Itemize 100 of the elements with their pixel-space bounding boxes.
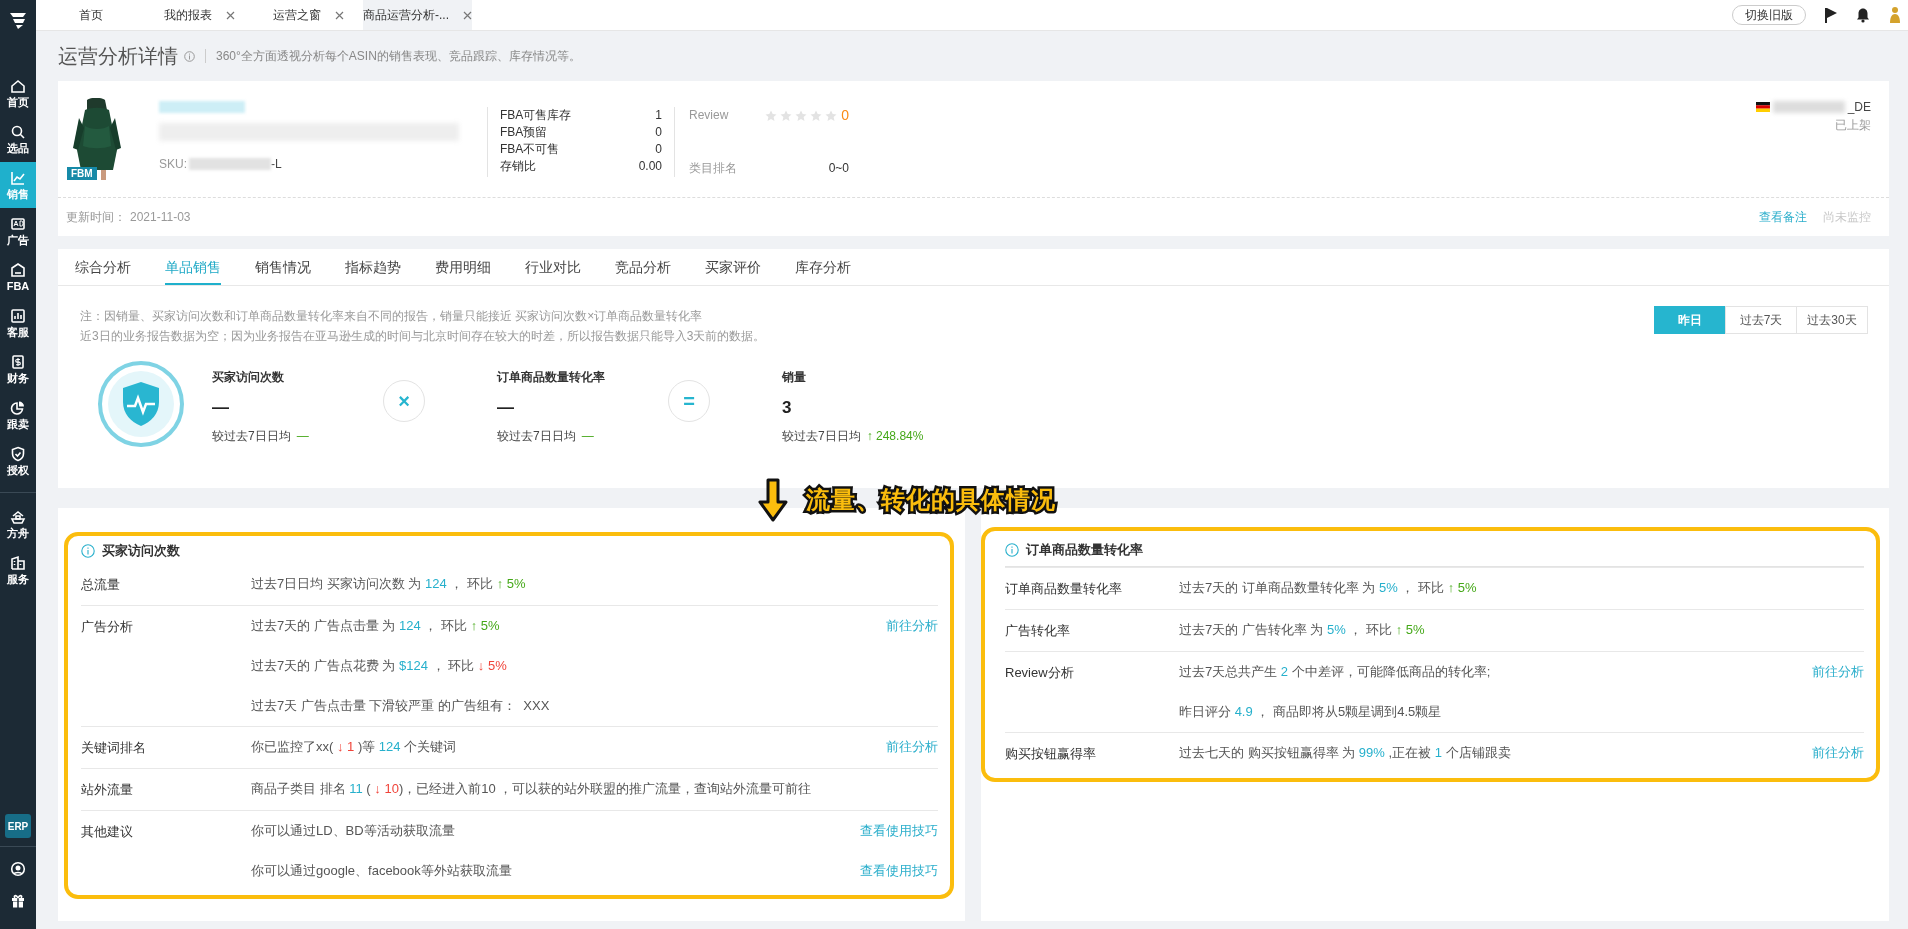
row-text: 过去7天的 广告点击量 为 124 ， 环比 ↑ 5% bbox=[251, 617, 500, 636]
change-value: — bbox=[296, 427, 309, 445]
window-tab[interactable]: 运营之窗 bbox=[254, 0, 363, 30]
window-tab[interactable]: 我的报表 bbox=[145, 0, 254, 30]
stock-label: FBA不可售 bbox=[500, 141, 560, 158]
info-icon bbox=[184, 50, 195, 62]
close-icon[interactable] bbox=[226, 10, 235, 20]
metric-label: 销量 bbox=[782, 369, 807, 386]
metric-label: 订单商品数量转化率 bbox=[497, 369, 606, 386]
row-text: 过去七天的 购买按钮赢得率 为 99% ,正在被 1 个店铺跟卖 bbox=[1179, 744, 1511, 763]
update-date: 2021-11-03 bbox=[130, 208, 191, 226]
row-label: 总流量 bbox=[81, 575, 120, 594]
analysis-tab[interactable]: 买家评价 bbox=[705, 249, 761, 285]
row-text: 过去7天的 订单商品数量转化率 为 5% ， 环比 ↑ 5% bbox=[1179, 579, 1477, 598]
row-label: 其他建议 bbox=[81, 822, 133, 841]
sidebar-item[interactable]: 首页 bbox=[0, 70, 36, 116]
page-subtitle: 360°全方面透视分析每个ASIN的销售表现、竞品跟踪、库存情况等。 bbox=[205, 49, 581, 63]
bar-chart-icon bbox=[10, 307, 26, 324]
rank-value: 0~0 bbox=[828, 160, 849, 177]
close-icon[interactable] bbox=[335, 10, 344, 20]
stock-label: FBA可售库存 bbox=[500, 107, 572, 124]
row-label: 订单商品数量转化率 bbox=[1005, 579, 1122, 598]
compare-label: 较过去7日日均 bbox=[497, 427, 576, 445]
review-count: 0 bbox=[841, 107, 849, 124]
star-icon bbox=[780, 109, 793, 122]
analysis-tab[interactable]: 费用明细 bbox=[435, 249, 491, 285]
bell-icon[interactable] bbox=[1856, 7, 1870, 23]
row-text: 昨日评分 4.9 ， 商品即将从5颗星调到4.5颗星 bbox=[1179, 703, 1442, 722]
row-text: 你可以通过google、facebook等外站获取流量 bbox=[251, 862, 512, 881]
row-label: 广告转化率 bbox=[1005, 621, 1070, 640]
store-suffix: _DE bbox=[1847, 99, 1871, 116]
note-text: 注：因销量、买家访问次数和订单商品数量转化率来自不同的报告，销量只能接近 买家访问次数×订单商品数量转化率 bbox=[80, 308, 704, 325]
switch-version-button[interactable]: 切换旧版 bbox=[1732, 5, 1806, 25]
annotation-text: 流量、转化的具体情况 bbox=[806, 485, 1056, 515]
row-text: 你可以通过LD、BD等活动获取流量 bbox=[251, 822, 455, 841]
close-icon[interactable] bbox=[463, 10, 472, 20]
change-value: — bbox=[581, 427, 594, 445]
fulfillment-badge: FBM bbox=[67, 167, 97, 180]
update-label: 更新时间： bbox=[66, 208, 126, 226]
sidebar-item[interactable]: 广告 bbox=[0, 208, 36, 254]
flag-icon bbox=[1755, 102, 1770, 112]
shield-icon bbox=[10, 445, 26, 462]
erp-button[interactable]: ERP bbox=[5, 814, 31, 838]
flag-icon[interactable] bbox=[1824, 7, 1838, 23]
row-text: 过去7天的 广告点花费 为 $124 ， 环比 ↓ 5% bbox=[251, 657, 507, 676]
sidebar-item[interactable]: 方舟 bbox=[0, 501, 36, 547]
boat-icon bbox=[10, 508, 26, 525]
analysis-tab[interactable]: 综合分析 bbox=[75, 249, 131, 285]
period-button[interactable]: 过去30天 bbox=[1796, 306, 1868, 334]
change-value: ↑ 248.84% bbox=[866, 427, 924, 445]
sidebar-item[interactable]: FBA bbox=[0, 254, 36, 300]
analysis-tab[interactable]: 竞品分析 bbox=[615, 249, 671, 285]
row-label: 广告分析 bbox=[81, 617, 133, 636]
stock-value: 0 bbox=[655, 141, 662, 158]
dollar-icon bbox=[10, 353, 26, 370]
metric-label: 买家访问次数 bbox=[212, 369, 285, 386]
row-label: Review分析 bbox=[1005, 663, 1074, 682]
stock-label: FBA预留 bbox=[500, 124, 548, 141]
row-text: 你已监控了xx( ↓ 1 )等 124 个关键词 bbox=[251, 738, 457, 757]
stock-label: 存销比 bbox=[500, 158, 536, 175]
analysis-tab[interactable]: 库存分析 bbox=[795, 249, 851, 285]
row-label: 站外流量 bbox=[81, 780, 133, 799]
sidebar-item[interactable]: 服务 bbox=[0, 547, 36, 593]
sidebar-item[interactable]: 选品 bbox=[0, 116, 36, 162]
sidebar-item[interactable]: 客服 bbox=[0, 300, 36, 346]
compare-label: 较过去7日日均 bbox=[782, 427, 861, 445]
window-tab[interactable]: 首页 bbox=[36, 0, 145, 30]
chart-icon bbox=[10, 169, 26, 186]
window-tab[interactable]: 商品运营分析-... bbox=[363, 0, 472, 30]
period-button[interactable]: 过去7天 bbox=[1725, 306, 1797, 334]
search-icon bbox=[10, 123, 26, 140]
panel-title: 订单商品数量转化率 bbox=[1026, 540, 1143, 559]
arrow-down-icon bbox=[758, 478, 788, 522]
star-icon bbox=[810, 109, 823, 122]
sidebar-item[interactable]: 财务 bbox=[0, 346, 36, 392]
metric-value: 3 bbox=[782, 397, 793, 419]
metric-value: — bbox=[212, 397, 230, 419]
stock-value: 0.00 bbox=[638, 158, 662, 175]
sidebar-item[interactable]: 授权 bbox=[0, 438, 36, 484]
building-icon bbox=[10, 554, 26, 571]
gift-icon[interactable] bbox=[10, 893, 26, 909]
review-label: Review bbox=[689, 107, 729, 124]
info-icon bbox=[81, 544, 95, 558]
rank-label: 类目排名 bbox=[689, 160, 737, 177]
row-text: 过去7日日均 买家访问次数 为 124 ， 环比 ↑ 5% bbox=[251, 575, 526, 594]
panel-title: 买家访问次数 bbox=[102, 542, 180, 561]
star-icon bbox=[765, 109, 778, 122]
page-title: 运营分析详情 bbox=[58, 44, 178, 69]
note-text: 近3日的业务报告数据为空；因为业务报告在亚马逊生成的时间与北京时间存在较大的时差，所以报告数据只能导入3天前的数据。 bbox=[80, 328, 766, 345]
shield-icon bbox=[97, 360, 185, 448]
analysis-tab[interactable]: 销售情况 bbox=[255, 249, 311, 285]
stock-value: 1 bbox=[655, 107, 662, 124]
stock-value: 0 bbox=[655, 124, 662, 141]
sku-label: SKU: bbox=[159, 156, 187, 173]
row-label: 关键词排名 bbox=[81, 738, 146, 757]
sidebar-item[interactable]: 跟卖 bbox=[0, 392, 36, 438]
analysis-tab[interactable]: 指标趋势 bbox=[345, 249, 401, 285]
analysis-tab[interactable]: 行业对比 bbox=[525, 249, 581, 285]
metric-value: — bbox=[497, 397, 515, 419]
row-label: 购买按钮赢得率 bbox=[1005, 744, 1096, 763]
